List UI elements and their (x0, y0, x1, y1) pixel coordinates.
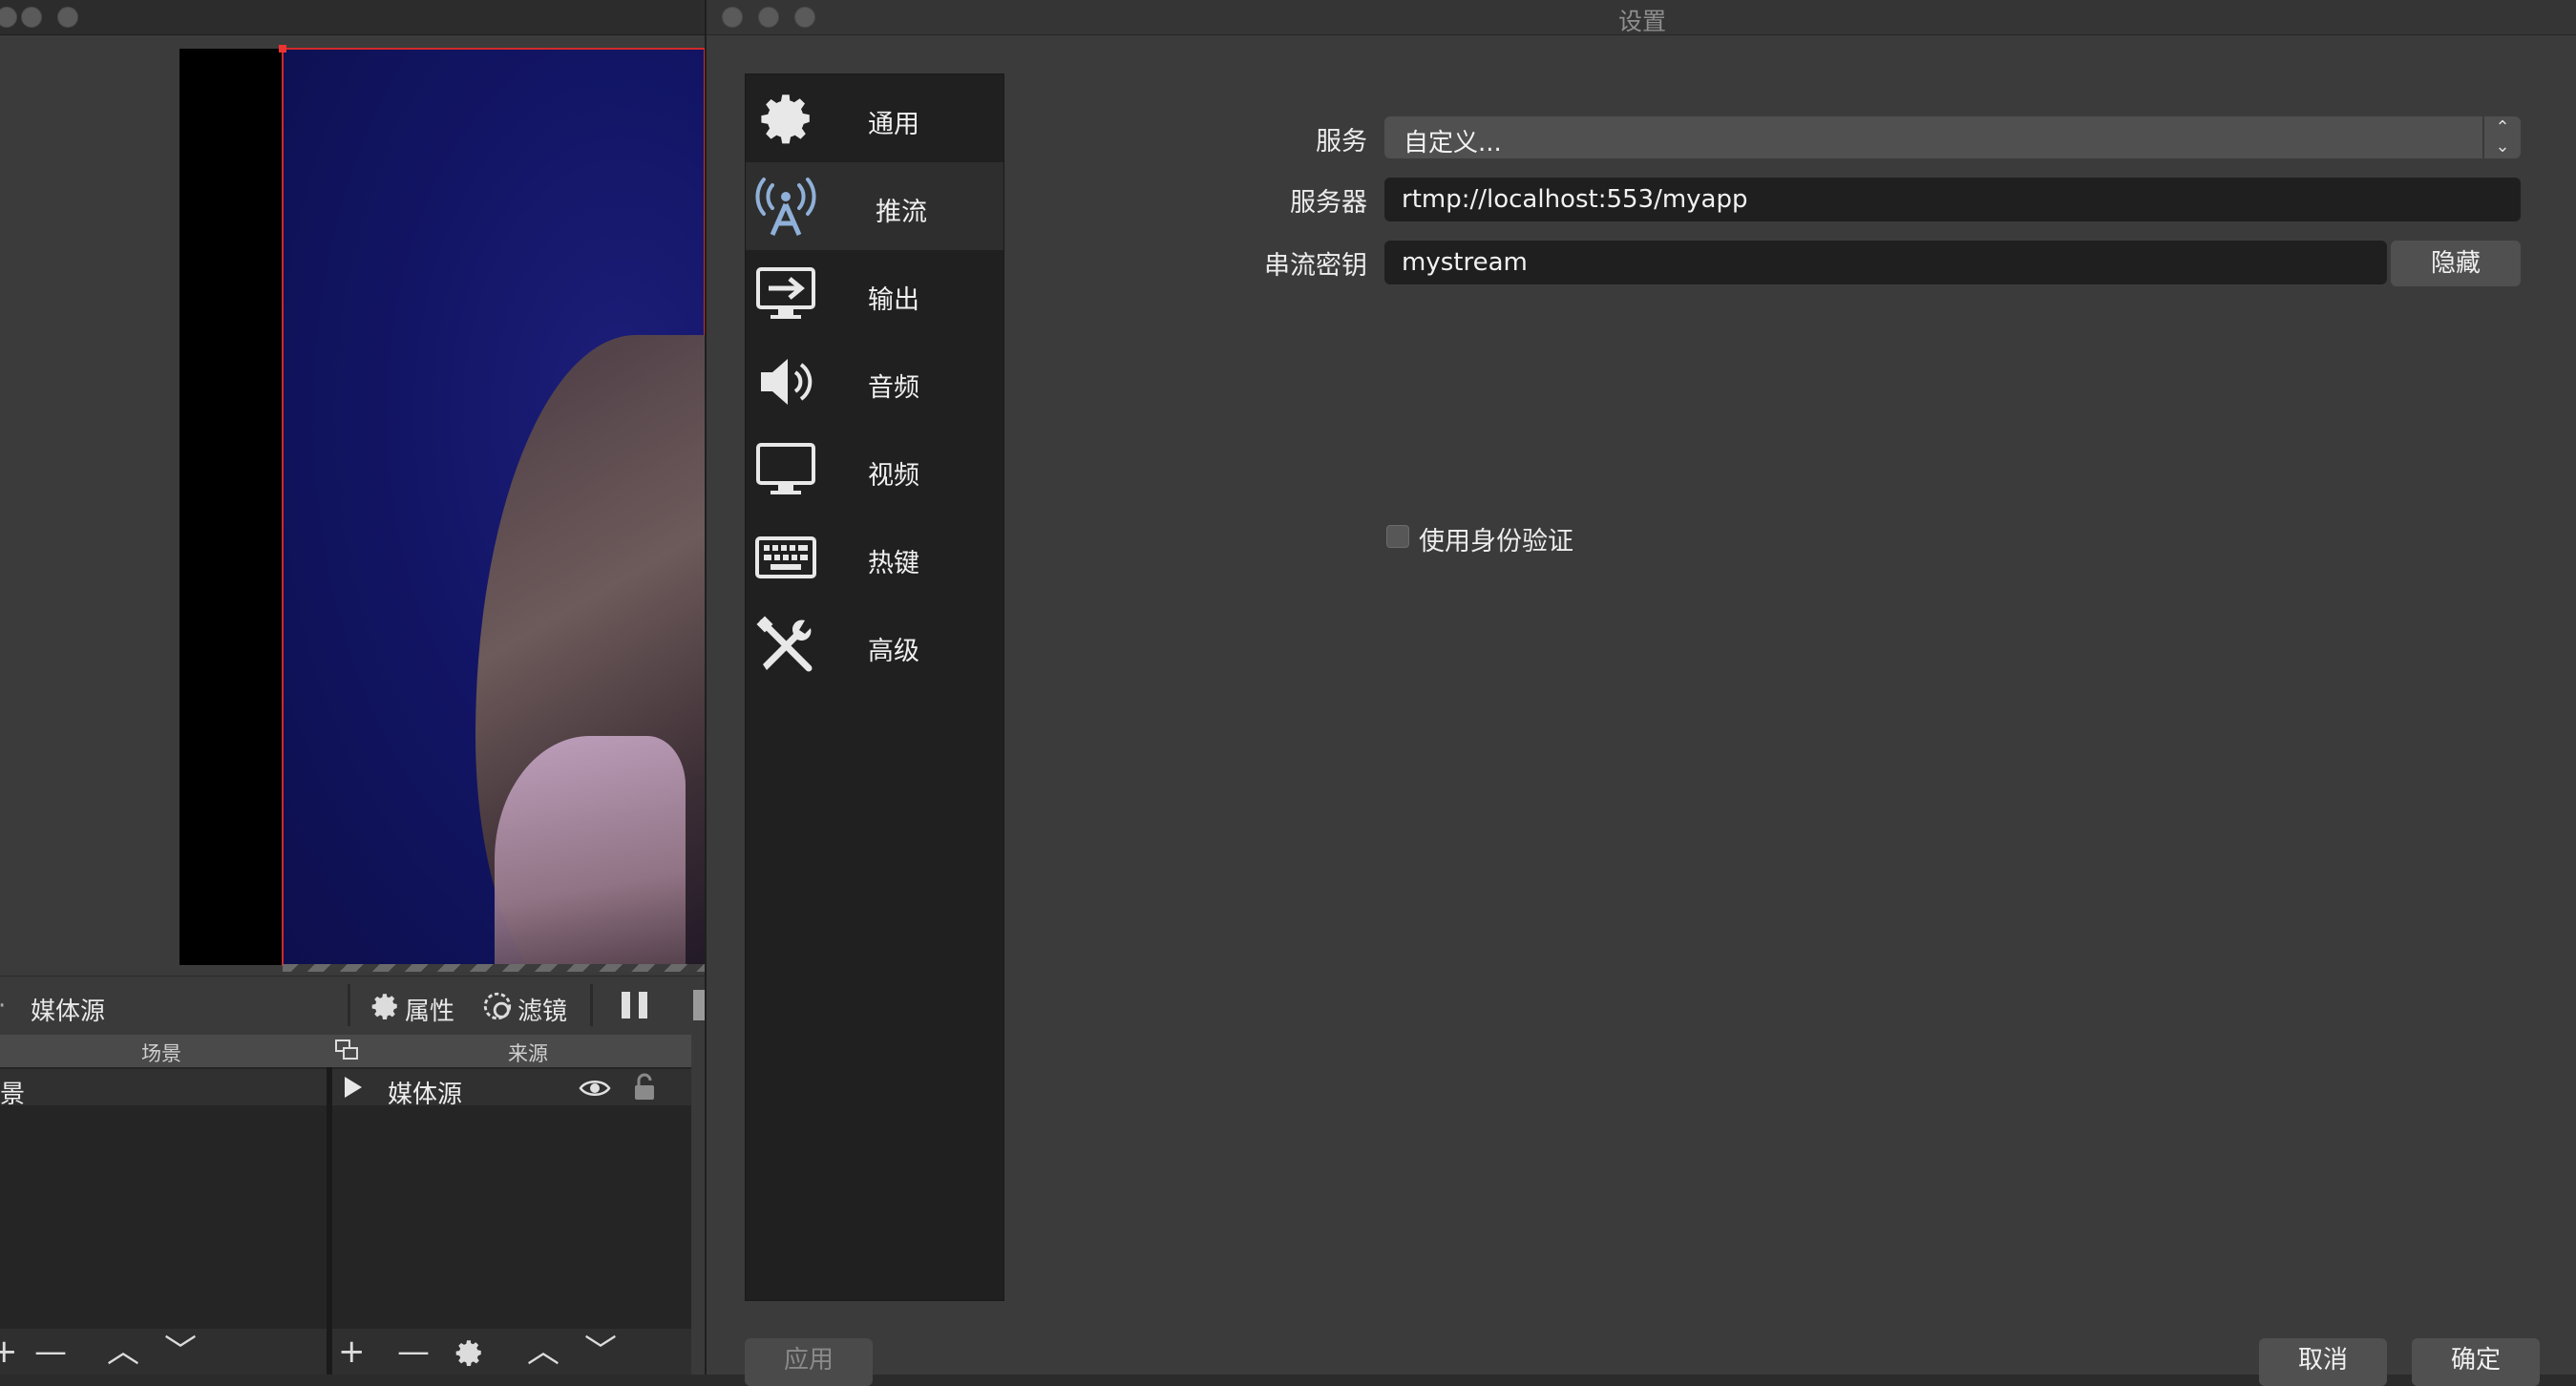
use-authentication-label: 使用身份验证 (1419, 527, 1573, 556)
stop-button[interactable] (693, 990, 705, 1020)
main-window: · 媒体源 属性 滤镜 场景 来源 (0, 0, 705, 1375)
remove-scene-button[interactable]: — (34, 1333, 67, 1371)
current-source-name: 媒体源 (31, 998, 106, 1026)
service-select-value: 自定义... (1404, 129, 1502, 158)
remove-source-button[interactable]: — (397, 1333, 430, 1371)
service-label: 服务 (1316, 127, 1367, 157)
close-window-button[interactable] (0, 7, 17, 28)
category-label: 音频 (868, 373, 919, 403)
source-toolbar: · 媒体源 属性 滤镜 (0, 976, 705, 1034)
speaker-icon (761, 359, 813, 405)
properties-label: 属性 (405, 998, 455, 1026)
scene-item[interactable]: 景 (0, 1069, 327, 1109)
cancel-button[interactable]: 取消 (2259, 1338, 2387, 1386)
output-monitor-icon (756, 267, 815, 319)
server-label: 服务器 (1290, 188, 1367, 218)
sources-dock-title: 来源 (508, 1042, 548, 1065)
dialog-title: 设置 (1617, 8, 1666, 35)
preview-canvas[interactable] (0, 35, 705, 972)
move-source-up-button[interactable]: ︿ (527, 1333, 560, 1371)
scenes-list[interactable]: 景 (0, 1067, 327, 1329)
ok-button[interactable]: 确定 (2412, 1338, 2540, 1386)
selection-handle[interactable] (279, 45, 286, 52)
sources-list[interactable]: 媒体源 (332, 1067, 691, 1329)
service-select[interactable]: 自定义... ⌃ ⌄ (1384, 116, 2521, 158)
hide-key-button[interactable]: 隐藏 (2391, 241, 2521, 286)
category-hotkeys[interactable]: 热键 (746, 514, 1003, 601)
preview-letterbox (179, 49, 283, 965)
minimize-window-button[interactable] (21, 7, 42, 28)
filter-icon (483, 992, 512, 1020)
tools-icon (756, 616, 813, 672)
source-controls: + — ︿ ﹀ (332, 1329, 691, 1375)
settings-category-list: 通用 推流 输出 音频 视频 热键 高级 (745, 74, 1004, 1301)
toolbar-left-glyph: · (0, 992, 6, 1020)
gear-icon[interactable] (453, 1336, 485, 1369)
use-authentication-checkbox[interactable] (1386, 525, 1409, 548)
play-icon[interactable] (342, 1075, 365, 1100)
preview-video-source[interactable] (282, 48, 705, 966)
move-scene-up-button[interactable]: ︿ (107, 1333, 139, 1371)
main-titlebar (0, 0, 705, 35)
stream-key-label: 串流密钥 (1264, 251, 1367, 281)
category-label: 热键 (868, 549, 919, 578)
category-label: 通用 (868, 110, 919, 139)
keyboard-icon (755, 536, 816, 578)
preview-bottom-edge (283, 964, 705, 972)
broadcast-antenna-icon (755, 178, 816, 237)
scene-item-label: 景 (0, 1081, 26, 1109)
filters-label: 滤镜 (517, 998, 568, 1026)
pause-button[interactable] (619, 990, 651, 1020)
monitor-icon (756, 443, 815, 494)
category-label: 高级 (868, 637, 919, 666)
move-source-down-button[interactable]: ﹀ (584, 1333, 617, 1371)
docks-header: 场景 来源 ⌐ (0, 1035, 705, 1067)
move-scene-down-button[interactable]: ﹀ (164, 1333, 197, 1371)
scene-controls: + — ︿ ﹀ (0, 1329, 327, 1375)
eye-icon[interactable] (579, 1077, 611, 1100)
source-item[interactable]: 媒体源 (332, 1069, 691, 1109)
gear-icon (371, 994, 397, 1020)
apply-button[interactable]: 应用 (745, 1338, 873, 1386)
stream-key-input[interactable]: mystream (1384, 241, 2387, 284)
category-stream[interactable]: 推流 (746, 162, 1003, 250)
toolbar-divider (348, 984, 350, 1026)
category-label: 视频 (868, 461, 919, 491)
server-input[interactable]: rtmp://localhost:553/myapp (1384, 178, 2521, 221)
source-item-label: 媒体源 (388, 1081, 463, 1109)
category-general[interactable]: 通用 (746, 74, 1003, 162)
category-label: 推流 (876, 198, 927, 227)
preview-image-content-shoulder (495, 736, 686, 965)
scenes-dock-title: 场景 (141, 1042, 181, 1065)
pause-icon (622, 992, 647, 1018)
gear-icon (761, 94, 810, 144)
settings-titlebar: 设置 (707, 0, 2576, 35)
toolbar-divider (590, 984, 593, 1026)
chevron-up-down-icon: ⌃ ⌄ (2482, 116, 2521, 158)
category-advanced[interactable]: 高级 (746, 601, 1003, 689)
zoom-window-button[interactable] (57, 7, 78, 28)
category-label: 输出 (868, 285, 919, 315)
category-audio[interactable]: 音频 (746, 338, 1003, 426)
category-video[interactable]: 视频 (746, 426, 1003, 514)
settings-dialog: 设置 通用 推流 输出 音频 视频 热键 高级 服务 自定义... ⌃ ⌄ 服务… (705, 0, 2576, 1386)
lock-icon[interactable] (632, 1073, 657, 1102)
dock-right-edge (691, 1035, 705, 1375)
add-scene-button[interactable]: + (0, 1333, 18, 1371)
category-output[interactable]: 输出 (746, 250, 1003, 338)
dock-float-icon[interactable] (334, 1039, 361, 1063)
add-source-button[interactable]: + (338, 1333, 366, 1371)
